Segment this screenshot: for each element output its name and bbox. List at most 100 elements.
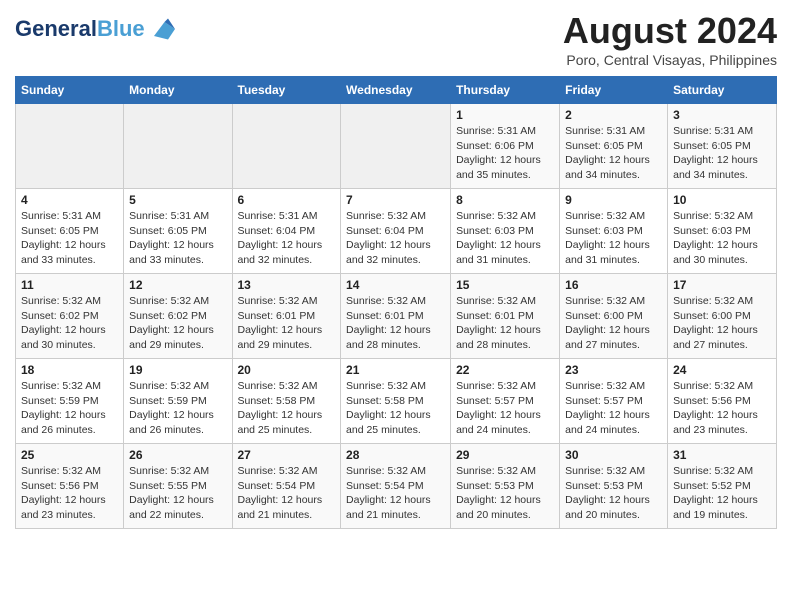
week-row-1: 4 Sunrise: 5:31 AM Sunset: 6:05 PM Daylig… <box>16 189 777 274</box>
day-number: 26 <box>129 448 226 462</box>
day-info: Sunrise: 5:32 AM Sunset: 6:03 PM Dayligh… <box>456 209 554 268</box>
day-number: 9 <box>565 193 662 207</box>
day-number: 31 <box>673 448 771 462</box>
day-info: Sunrise: 5:32 AM Sunset: 6:02 PM Dayligh… <box>21 294 118 353</box>
day-info: Sunrise: 5:32 AM Sunset: 6:03 PM Dayligh… <box>673 209 771 268</box>
calendar-cell: 15 Sunrise: 5:32 AM Sunset: 6:01 PM Dayli… <box>451 274 560 359</box>
location-title: Poro, Central Visayas, Philippines <box>563 52 777 68</box>
calendar-cell: 6 Sunrise: 5:31 AM Sunset: 6:04 PM Daylig… <box>232 189 341 274</box>
day-info: Sunrise: 5:32 AM Sunset: 5:54 PM Dayligh… <box>238 464 336 523</box>
week-row-3: 18 Sunrise: 5:32 AM Sunset: 5:59 PM Dayli… <box>16 359 777 444</box>
header-day-wednesday: Wednesday <box>341 77 451 104</box>
day-info: Sunrise: 5:32 AM Sunset: 5:54 PM Dayligh… <box>346 464 445 523</box>
calendar-cell: 25 Sunrise: 5:32 AM Sunset: 5:56 PM Dayli… <box>16 444 124 529</box>
day-number: 30 <box>565 448 662 462</box>
day-number: 4 <box>21 193 118 207</box>
day-number: 10 <box>673 193 771 207</box>
day-number: 14 <box>346 278 445 292</box>
week-row-4: 25 Sunrise: 5:32 AM Sunset: 5:56 PM Dayli… <box>16 444 777 529</box>
logo-icon <box>147 15 175 43</box>
day-info: Sunrise: 5:31 AM Sunset: 6:05 PM Dayligh… <box>673 124 771 183</box>
calendar-cell: 27 Sunrise: 5:32 AM Sunset: 5:54 PM Dayli… <box>232 444 341 529</box>
day-info: Sunrise: 5:32 AM Sunset: 6:04 PM Dayligh… <box>346 209 445 268</box>
calendar-cell: 9 Sunrise: 5:32 AM Sunset: 6:03 PM Daylig… <box>560 189 668 274</box>
day-number: 16 <box>565 278 662 292</box>
calendar-cell: 8 Sunrise: 5:32 AM Sunset: 6:03 PM Daylig… <box>451 189 560 274</box>
calendar-cell: 20 Sunrise: 5:32 AM Sunset: 5:58 PM Dayli… <box>232 359 341 444</box>
day-info: Sunrise: 5:32 AM Sunset: 5:53 PM Dayligh… <box>456 464 554 523</box>
calendar-cell: 26Sunrise: 5:32 AM Sunset: 5:55 PM Dayli… <box>124 444 232 529</box>
calendar-cell: 13 Sunrise: 5:32 AM Sunset: 6:01 PM Dayli… <box>232 274 341 359</box>
day-info: Sunrise: 5:32 AM Sunset: 6:01 PM Dayligh… <box>456 294 554 353</box>
day-info: Sunrise: 5:31 AM Sunset: 6:04 PM Dayligh… <box>238 209 336 268</box>
header-day-monday: Monday <box>124 77 232 104</box>
calendar-cell: 14 Sunrise: 5:32 AM Sunset: 6:01 PM Dayli… <box>341 274 451 359</box>
calendar-cell: 31Sunrise: 5:32 AM Sunset: 5:52 PM Dayli… <box>668 444 777 529</box>
day-number: 15 <box>456 278 554 292</box>
day-number: 24 <box>673 363 771 377</box>
day-info: Sunrise: 5:32 AM Sunset: 5:57 PM Dayligh… <box>565 379 662 438</box>
day-info: Sunrise: 5:32 AM Sunset: 6:02 PM Dayligh… <box>129 294 226 353</box>
day-number: 12 <box>129 278 226 292</box>
header-day-tuesday: Tuesday <box>232 77 341 104</box>
logo: GeneralBlue <box>15 15 175 43</box>
day-number: 11 <box>21 278 118 292</box>
title-area: August 2024 Poro, Central Visayas, Phili… <box>563 10 777 68</box>
calendar-cell: 18 Sunrise: 5:32 AM Sunset: 5:59 PM Dayli… <box>16 359 124 444</box>
calendar-cell: 7Sunrise: 5:32 AM Sunset: 6:04 PM Daylig… <box>341 189 451 274</box>
day-info: Sunrise: 5:32 AM Sunset: 5:53 PM Dayligh… <box>565 464 662 523</box>
day-info: Sunrise: 5:31 AM Sunset: 6:05 PM Dayligh… <box>21 209 118 268</box>
calendar-cell: 28 Sunrise: 5:32 AM Sunset: 5:54 PM Dayli… <box>341 444 451 529</box>
calendar-cell: 17 Sunrise: 5:32 AM Sunset: 6:00 PM Dayli… <box>668 274 777 359</box>
day-number: 17 <box>673 278 771 292</box>
day-info: Sunrise: 5:32 AM Sunset: 6:01 PM Dayligh… <box>346 294 445 353</box>
logo-text: GeneralBlue <box>15 18 145 40</box>
header-row: SundayMondayTuesdayWednesdayThursdayFrid… <box>16 77 777 104</box>
day-number: 6 <box>238 193 336 207</box>
day-info: Sunrise: 5:32 AM Sunset: 6:00 PM Dayligh… <box>673 294 771 353</box>
day-number: 5 <box>129 193 226 207</box>
calendar-cell: 19 Sunrise: 5:32 AM Sunset: 5:59 PM Dayli… <box>124 359 232 444</box>
day-number: 18 <box>21 363 118 377</box>
day-info: Sunrise: 5:32 AM Sunset: 6:03 PM Dayligh… <box>565 209 662 268</box>
calendar-cell <box>16 104 124 189</box>
header: GeneralBlue August 2024 Poro, Central Vi… <box>15 10 777 68</box>
calendar-cell: 5 Sunrise: 5:31 AM Sunset: 6:05 PM Daylig… <box>124 189 232 274</box>
header-day-sunday: Sunday <box>16 77 124 104</box>
header-day-thursday: Thursday <box>451 77 560 104</box>
calendar-cell: 10 Sunrise: 5:32 AM Sunset: 6:03 PM Dayli… <box>668 189 777 274</box>
calendar-cell: 2Sunrise: 5:31 AM Sunset: 6:05 PM Daylig… <box>560 104 668 189</box>
day-number: 29 <box>456 448 554 462</box>
calendar-cell: 23Sunrise: 5:32 AM Sunset: 5:57 PM Dayli… <box>560 359 668 444</box>
day-info: Sunrise: 5:32 AM Sunset: 5:58 PM Dayligh… <box>238 379 336 438</box>
day-number: 20 <box>238 363 336 377</box>
week-row-0: 1Sunrise: 5:31 AM Sunset: 6:06 PM Daylig… <box>16 104 777 189</box>
calendar-cell: 1Sunrise: 5:31 AM Sunset: 6:06 PM Daylig… <box>451 104 560 189</box>
header-day-friday: Friday <box>560 77 668 104</box>
day-info: Sunrise: 5:31 AM Sunset: 6:05 PM Dayligh… <box>129 209 226 268</box>
day-info: Sunrise: 5:32 AM Sunset: 5:59 PM Dayligh… <box>21 379 118 438</box>
day-number: 2 <box>565 108 662 122</box>
day-info: Sunrise: 5:32 AM Sunset: 6:01 PM Dayligh… <box>238 294 336 353</box>
calendar-cell <box>341 104 451 189</box>
day-info: Sunrise: 5:32 AM Sunset: 5:57 PM Dayligh… <box>456 379 554 438</box>
calendar-cell <box>232 104 341 189</box>
calendar-cell: 24Sunrise: 5:32 AM Sunset: 5:56 PM Dayli… <box>668 359 777 444</box>
day-number: 27 <box>238 448 336 462</box>
day-number: 25 <box>21 448 118 462</box>
month-title: August 2024 <box>563 10 777 52</box>
calendar-table: SundayMondayTuesdayWednesdayThursdayFrid… <box>15 76 777 529</box>
day-info: Sunrise: 5:32 AM Sunset: 5:58 PM Dayligh… <box>346 379 445 438</box>
day-info: Sunrise: 5:31 AM Sunset: 6:06 PM Dayligh… <box>456 124 554 183</box>
day-info: Sunrise: 5:32 AM Sunset: 6:00 PM Dayligh… <box>565 294 662 353</box>
calendar-cell: 29 Sunrise: 5:32 AM Sunset: 5:53 PM Dayli… <box>451 444 560 529</box>
day-number: 22 <box>456 363 554 377</box>
calendar-cell: 3Sunrise: 5:31 AM Sunset: 6:05 PM Daylig… <box>668 104 777 189</box>
day-number: 19 <box>129 363 226 377</box>
day-info: Sunrise: 5:32 AM Sunset: 5:59 PM Dayligh… <box>129 379 226 438</box>
day-number: 8 <box>456 193 554 207</box>
calendar-cell: 12 Sunrise: 5:32 AM Sunset: 6:02 PM Dayli… <box>124 274 232 359</box>
day-number: 13 <box>238 278 336 292</box>
day-info: Sunrise: 5:32 AM Sunset: 5:56 PM Dayligh… <box>21 464 118 523</box>
day-number: 28 <box>346 448 445 462</box>
